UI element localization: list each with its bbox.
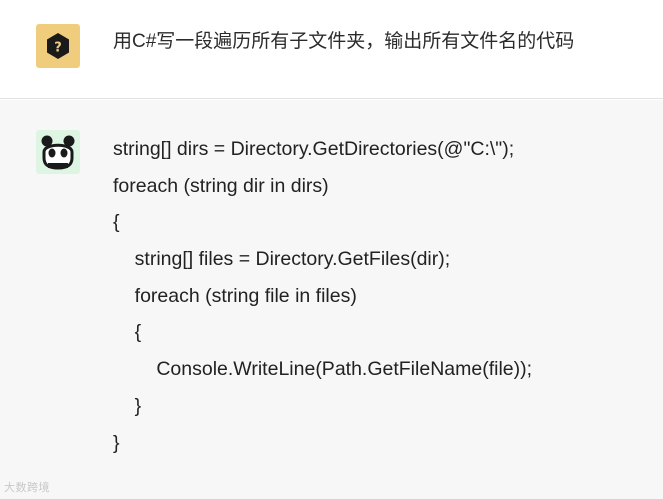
code-line: foreach (string dir in dirs) [113,174,329,197]
watermark: 大数跨境 [4,481,50,494]
code-line: } [113,431,120,454]
bot-avatar [36,130,80,174]
user-avatar: ? [36,24,80,68]
user-message: ? 用C#写一段遍历所有子文件夹，输出所有文件名的代码 [0,0,663,99]
bot-message: string[] dirs = Directory.GetDirectories… [0,100,663,499]
user-message-text: 用C#写一段遍历所有子文件夹，输出所有文件名的代码 [113,31,575,52]
code-line: foreach (string file in files) [113,284,357,307]
code-line: { [113,211,120,234]
panda-face-icon [41,135,75,170]
code-line: } [113,394,142,417]
code-line: { [113,321,142,344]
code-line: Console.WriteLine(Path.GetFileName(file)… [113,358,533,381]
svg-text:?: ? [54,41,62,56]
code-line: string[] dirs = Directory.GetDirectories… [113,138,515,160]
code-line: string[] files = Directory.GetFiles(dir)… [113,248,451,271]
question-hexagon-icon: ? [47,33,69,59]
code-block: string[] dirs = Directory.GetDirectories… [113,136,532,466]
